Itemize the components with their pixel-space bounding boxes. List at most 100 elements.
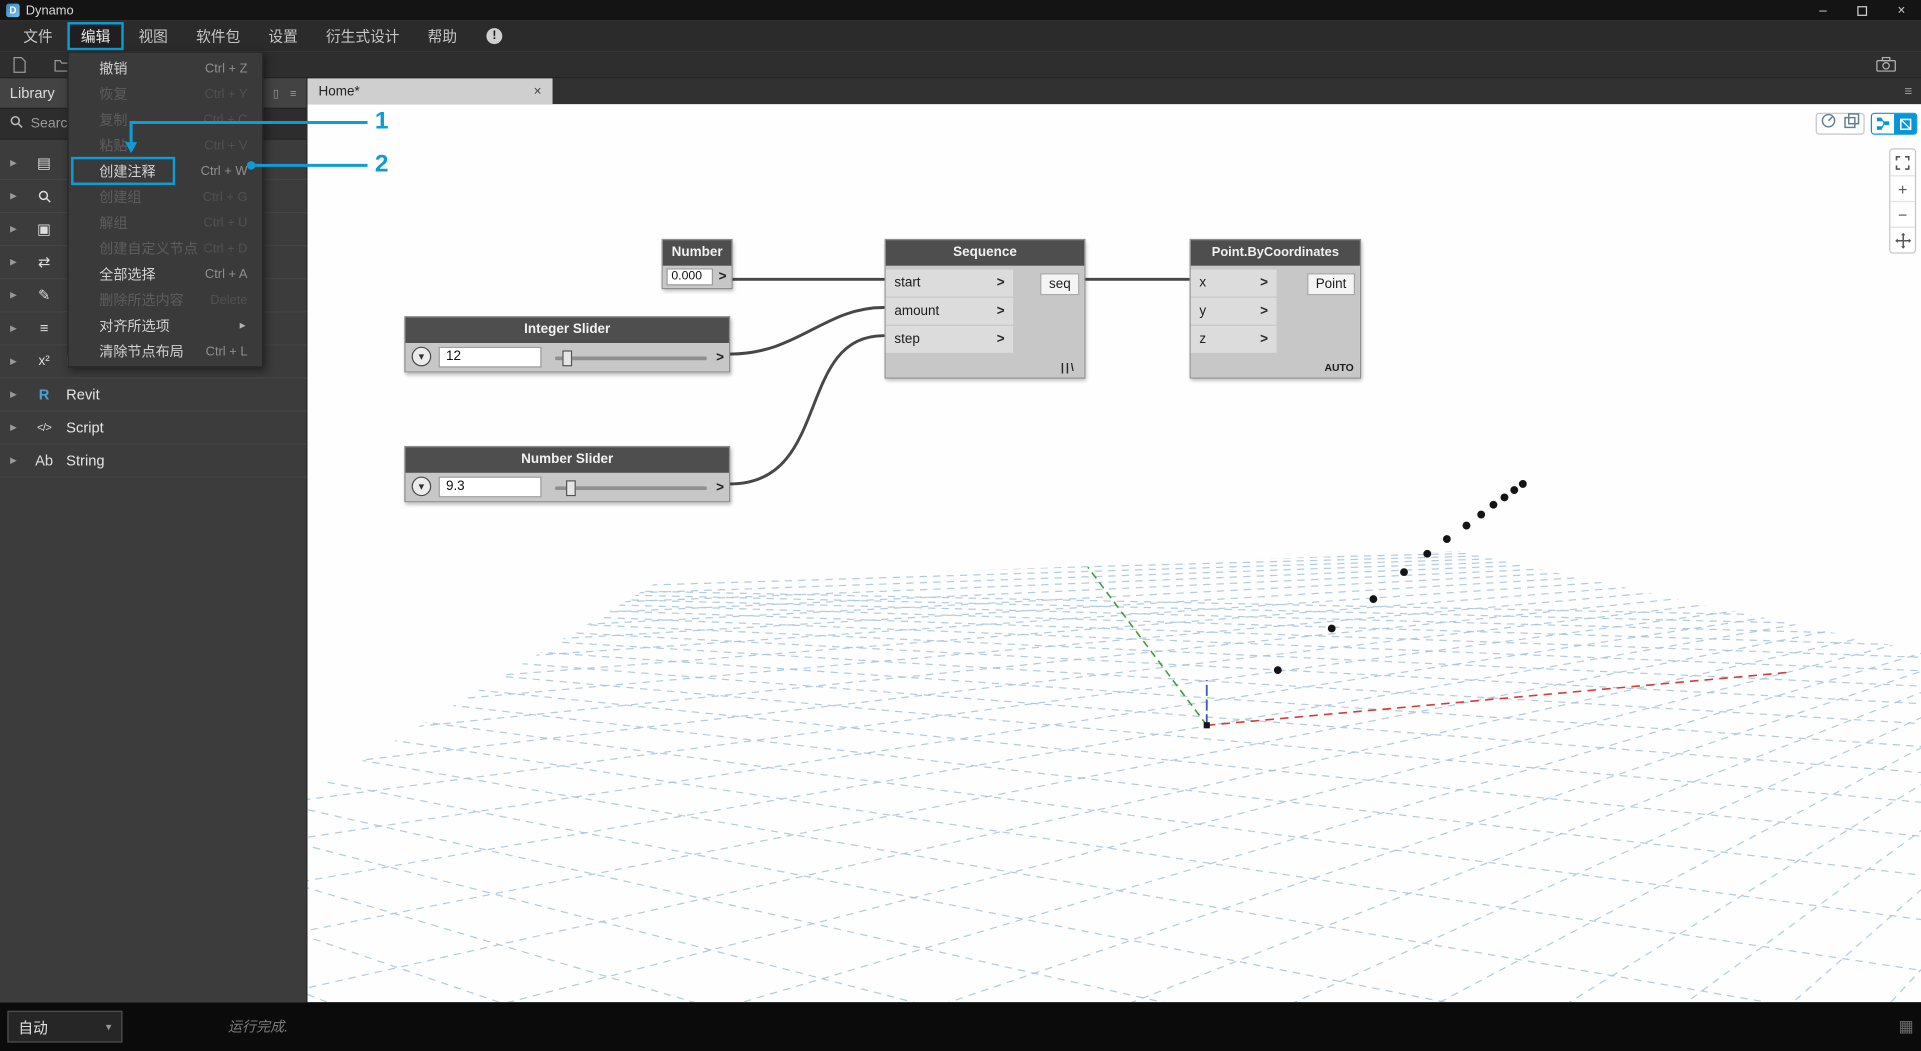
export-image-icon[interactable] <box>1876 56 1897 72</box>
port-input-step[interactable]: step > <box>886 326 1013 353</box>
menu-settings[interactable]: 设置 <box>255 22 311 50</box>
port-output-seq[interactable]: seq <box>1040 273 1079 295</box>
wire-intslider-to-amount[interactable] <box>730 308 883 355</box>
menu-item-undo[interactable]: 撤销Ctrl + Z <box>69 55 263 81</box>
run-mode-select[interactable]: 自动 ▾ <box>7 1011 122 1043</box>
expander-icon[interactable]: ▶ <box>0 357 27 367</box>
menu-generative-design[interactable]: 衍生式设计 <box>313 22 413 50</box>
port-input-x[interactable]: x > <box>1191 270 1277 297</box>
menu-item-create-note[interactable]: 创建注释Ctrl + W <box>69 158 263 184</box>
port-input-amount[interactable]: amount > <box>886 298 1013 325</box>
port-chevron-icon: > <box>997 276 1005 291</box>
node-point-bycoordinates[interactable]: Point.ByCoordinates x > y > z > <box>1190 239 1362 379</box>
new-file-icon[interactable] <box>12 56 27 73</box>
preview-layers-icon[interactable] <box>1844 113 1860 135</box>
integer-slider-value-field[interactable]: 12 <box>439 347 542 368</box>
lacing-auto-badge[interactable]: AUTO <box>1324 361 1353 373</box>
port-chevron-icon: > <box>1260 332 1268 347</box>
port-chevron-icon: > <box>997 332 1005 347</box>
workspace-canvas[interactable]: Number 0.000 > Integer Slider ▾ 12 > Num… <box>308 104 1921 1002</box>
tab-home[interactable]: Home* × <box>308 78 553 104</box>
expander-icon[interactable]: ▶ <box>0 390 27 400</box>
node-title[interactable]: Sequence <box>886 240 1084 266</box>
tab-close-icon[interactable]: × <box>534 84 542 99</box>
number-slider-handle[interactable] <box>566 480 576 496</box>
3d-preview-button[interactable] <box>1894 114 1916 134</box>
menu-item-copy: 复制Ctrl + C <box>69 107 263 133</box>
menu-item-clean-node-layout[interactable]: 清除节点布局Ctrl + L <box>69 338 263 364</box>
submenu-arrow-icon: ► <box>238 320 248 331</box>
port-input-y[interactable]: y > <box>1191 298 1277 325</box>
lacing-icon[interactable]: ||\ <box>1061 361 1076 373</box>
notification-icon[interactable]: ! <box>487 28 503 44</box>
step-1-label: 1 <box>375 108 389 136</box>
sidebar-item-revit[interactable]: ▶ R Revit <box>0 379 306 412</box>
sidebar-item-string[interactable]: ▶ Ab String <box>0 445 306 478</box>
library-view-icon[interactable]: ▯ <box>273 86 279 99</box>
string-icon: Ab <box>27 452 61 469</box>
menu-item-align-selection[interactable]: 对齐所选项► <box>69 312 263 338</box>
output-port-icon[interactable]: > <box>719 270 727 285</box>
number-value-field[interactable]: 0.000 <box>666 268 713 285</box>
port-input-z[interactable]: z > <box>1191 326 1277 353</box>
expander-icon[interactable]: ▶ <box>0 456 27 466</box>
menu-item-select-all[interactable]: 全部选择Ctrl + A <box>69 261 263 287</box>
magnifier-icon <box>27 189 61 202</box>
output-port-icon[interactable]: > <box>716 480 724 495</box>
menu-view[interactable]: 视图 <box>125 22 181 50</box>
expander-icon[interactable]: ▶ <box>0 224 27 234</box>
number-slider-value-field[interactable]: 9.3 <box>439 477 542 498</box>
graph-view-button[interactable] <box>1872 114 1894 134</box>
geometry-scaling-icon[interactable] <box>1821 113 1837 135</box>
node-sequence[interactable]: Sequence start > amount > step > <box>885 239 1086 379</box>
minimize-button[interactable]: – <box>1803 0 1842 21</box>
menu-file[interactable]: 文件 <box>10 22 66 50</box>
node-integer-slider[interactable]: Integer Slider ▾ 12 > <box>404 316 730 372</box>
node-title[interactable]: Point.ByCoordinates <box>1191 240 1360 266</box>
library-list-icon[interactable]: ≡ <box>290 87 296 99</box>
pencil-icon: ✎ <box>27 287 61 304</box>
pan-button[interactable] <box>1890 227 1915 253</box>
number-slider-track[interactable] <box>555 486 707 490</box>
expander-icon[interactable]: ▶ <box>0 158 27 168</box>
node-title[interactable]: Number Slider <box>406 447 729 473</box>
grid-settings-icon[interactable]: ▦ <box>1899 1017 1914 1037</box>
menu-item-paste: 粘贴Ctrl + V <box>69 132 263 158</box>
slider-expand-icon[interactable]: ▾ <box>412 347 432 367</box>
chevron-down-icon: ▾ <box>106 1020 112 1033</box>
canvas-tools-group <box>1816 113 1865 135</box>
expander-icon[interactable]: ▶ <box>0 423 27 433</box>
menu-packages[interactable]: 软件包 <box>183 22 254 50</box>
math-icon: x² <box>27 354 61 369</box>
window-title: Dynamo <box>26 3 74 18</box>
node-number[interactable]: Number 0.000 > <box>662 239 733 289</box>
port-input-start[interactable]: start > <box>886 270 1013 297</box>
integer-slider-handle[interactable] <box>562 350 572 366</box>
revit-icon: R <box>27 386 61 403</box>
close-button[interactable]: × <box>1882 0 1921 21</box>
book-icon: ▤ <box>27 154 61 171</box>
maximize-button[interactable] <box>1843 0 1882 21</box>
expander-icon[interactable]: ▶ <box>0 191 27 201</box>
port-chevron-icon: > <box>1260 276 1268 291</box>
expander-icon[interactable]: ▶ <box>0 323 27 333</box>
zoom-fit-button[interactable] <box>1890 149 1915 175</box>
port-chevron-icon: > <box>1260 304 1268 319</box>
expander-icon[interactable]: ▶ <box>0 257 27 267</box>
expander-icon[interactable]: ▶ <box>0 290 27 300</box>
sidebar-item-script[interactable]: ▶ </> Script <box>0 412 306 445</box>
output-port-icon[interactable]: > <box>716 350 724 365</box>
titlebar: D Dynamo – × <box>0 0 1921 21</box>
slider-expand-icon[interactable]: ▾ <box>412 477 432 497</box>
tab-overflow-icon[interactable]: ≡ <box>1905 84 1913 99</box>
menu-edit[interactable]: 编辑 <box>67 22 123 50</box>
port-output-point[interactable]: Point <box>1307 273 1355 295</box>
node-number-slider[interactable]: Number Slider ▾ 9.3 > <box>404 446 730 502</box>
node-title[interactable]: Number <box>663 240 732 266</box>
node-title[interactable]: Integer Slider <box>406 317 729 343</box>
zoom-in-button[interactable]: + <box>1890 175 1915 201</box>
zoom-out-button[interactable]: − <box>1890 201 1915 227</box>
wire-numslider-to-step[interactable] <box>730 336 883 484</box>
menu-help[interactable]: 帮助 <box>414 22 470 50</box>
integer-slider-track[interactable] <box>555 357 707 361</box>
